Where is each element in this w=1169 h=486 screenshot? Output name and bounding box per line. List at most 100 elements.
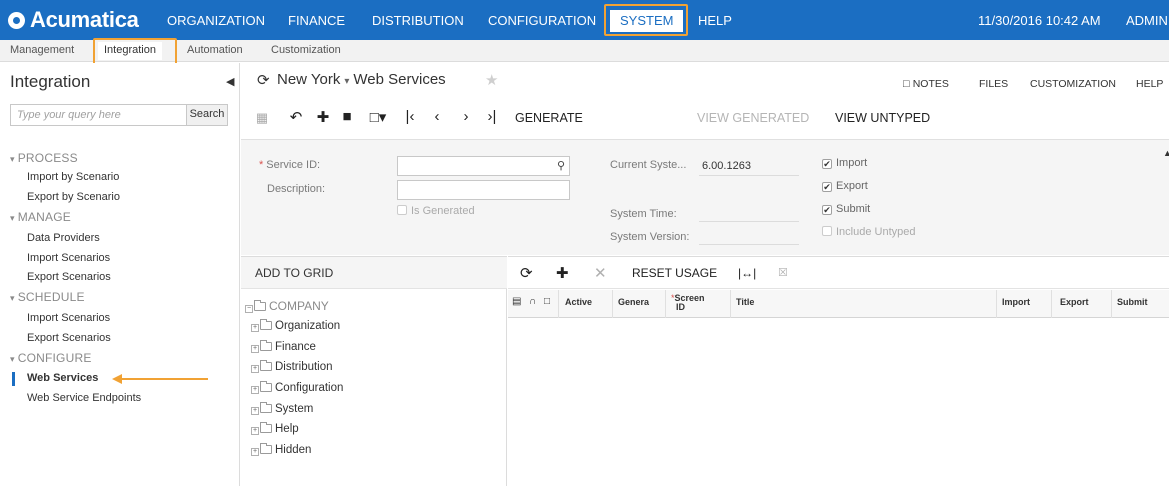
sidebar-item-web-services[interactable]: Web Services	[27, 372, 98, 384]
files-link[interactable]: FILES	[979, 78, 1008, 90]
copy-paste-icon[interactable]: □▾	[365, 108, 391, 126]
delete-row-icon[interactable]: ✕	[594, 264, 607, 282]
first-record-icon[interactable]: |‹	[401, 108, 419, 125]
sidebar-item-export-scenarios[interactable]: Export Scenarios	[27, 271, 111, 283]
search-button[interactable]: Search	[186, 105, 227, 125]
attachment-icon[interactable]: ∩	[529, 297, 536, 307]
column-export[interactable]: Export	[1060, 298, 1089, 307]
collapse-sidebar-icon[interactable]: ◀	[226, 75, 234, 88]
section-process[interactable]: ▾ PROCESS	[10, 151, 78, 165]
selected-indicator	[12, 372, 15, 386]
sidebar-item-schedule-import-scenarios[interactable]: Import Scenarios	[27, 312, 110, 324]
nav-help[interactable]: HELP	[698, 13, 732, 28]
collapse-icon[interactable]: −	[245, 305, 253, 313]
search-icon[interactable]: ⚲	[557, 159, 565, 172]
undo-icon[interactable]: ↶	[287, 108, 305, 126]
is-generated-checkbox[interactable]: Is Generated	[397, 205, 475, 217]
page-title: Web Services	[353, 71, 446, 88]
nav-organization[interactable]: ORGANIZATION	[167, 13, 265, 28]
branch-name[interactable]: New York	[277, 71, 340, 88]
sidebar-item-import-by-scenario[interactable]: Import by Scenario	[27, 171, 119, 183]
column-import[interactable]: Import	[1002, 298, 1030, 307]
chevron-down-icon: ▾	[344, 76, 350, 87]
column-title[interactable]: Title	[736, 298, 754, 307]
search-input[interactable]	[11, 105, 186, 125]
last-record-icon[interactable]: ›|	[483, 108, 501, 125]
section-schedule[interactable]: ▾ SCHEDULE	[10, 290, 85, 304]
subnav-customization[interactable]: Customization	[271, 44, 341, 56]
service-id-field[interactable]: ⚲	[397, 156, 570, 176]
expand-icon[interactable]: +	[251, 427, 259, 435]
add-row-icon[interactable]: ✚	[556, 264, 569, 282]
nav-finance[interactable]: FINANCE	[288, 13, 345, 28]
reset-usage-button[interactable]: RESET USAGE	[632, 266, 717, 280]
nav-distribution[interactable]: DISTRIBUTION	[372, 13, 464, 28]
export-checkbox[interactable]: ✔ Export	[822, 180, 868, 192]
expand-icon[interactable]: +	[251, 365, 259, 373]
tree-node-configuration[interactable]: + Configuration	[251, 381, 343, 394]
help-link[interactable]: HELP	[1136, 78, 1163, 90]
add-to-grid-button[interactable]: ADD TO GRID	[255, 266, 333, 280]
sidebar-item-schedule-export-scenarios[interactable]: Export Scenarios	[27, 332, 111, 344]
tree-node-system[interactable]: + System	[251, 402, 313, 415]
customization-link[interactable]: CUSTOMIZATION	[1030, 78, 1116, 90]
export-excel-icon[interactable]: ☒	[778, 266, 788, 279]
subnav-automation[interactable]: Automation	[187, 44, 243, 56]
tree-root-company[interactable]: − COMPANY	[245, 299, 329, 313]
subnav-management[interactable]: Management	[10, 44, 74, 56]
sidebar-item-web-service-endpoints[interactable]: Web Service Endpoints	[27, 392, 141, 404]
submit-checkbox[interactable]: ✔ Submit	[822, 203, 870, 215]
description-field[interactable]	[397, 180, 570, 200]
section-label: CONFIGURE	[17, 351, 92, 365]
section-manage[interactable]: ▾ MANAGE	[10, 210, 71, 224]
collapse-form-icon[interactable]: ▲	[1163, 148, 1169, 158]
notes-link[interactable]: □ NOTES	[903, 78, 949, 90]
acumatica-logo[interactable]: Acumatica	[8, 6, 139, 34]
refresh-icon[interactable]: ⟳	[257, 71, 270, 89]
tree-node-distribution[interactable]: + Distribution	[251, 360, 333, 373]
section-configure[interactable]: ▾ CONFIGURE	[10, 351, 92, 365]
previous-record-icon[interactable]: ‹	[428, 108, 446, 125]
note-icon[interactable]: □	[544, 297, 550, 307]
tree-node-hidden[interactable]: + Hidden	[251, 443, 311, 456]
fit-columns-icon[interactable]: |↔|	[738, 266, 756, 280]
checkmark-icon: ✔	[822, 182, 832, 192]
row-selector-icon[interactable]: ▤	[512, 297, 521, 307]
sidebar-item-export-by-scenario[interactable]: Export by Scenario	[27, 191, 120, 203]
nav-configuration[interactable]: CONFIGURATION	[488, 13, 596, 28]
view-untyped-button[interactable]: VIEW UNTYPED	[835, 111, 930, 125]
add-icon[interactable]: ✚	[314, 108, 332, 126]
include-untyped-checkbox[interactable]: Include Untyped	[822, 226, 916, 238]
expand-icon[interactable]: +	[251, 386, 259, 394]
column-submit[interactable]: Submit	[1117, 298, 1148, 307]
import-checkbox[interactable]: ✔ Import	[822, 157, 867, 169]
section-label: MANAGE	[17, 210, 71, 224]
expand-icon[interactable]: +	[251, 407, 259, 415]
user-menu[interactable]: ADMIN	[1126, 13, 1168, 28]
generate-button[interactable]: GENERATE	[515, 111, 583, 125]
favorite-star-icon[interactable]: ★	[485, 71, 498, 89]
system-version-label: System Version:	[610, 231, 690, 243]
folder-icon	[260, 319, 272, 330]
section-label: SCHEDULE	[17, 290, 85, 304]
folder-icon	[260, 402, 272, 413]
next-record-icon[interactable]: ›	[457, 108, 475, 125]
expand-icon[interactable]: +	[251, 345, 259, 353]
checkmark-icon: ✔	[822, 159, 832, 169]
refresh-icon[interactable]: ⟳	[520, 264, 533, 282]
expand-icon[interactable]: +	[251, 448, 259, 456]
sidebar-item-import-scenarios[interactable]: Import Scenarios	[27, 252, 110, 264]
tree-node-help[interactable]: + Help	[251, 422, 299, 435]
tree-node-finance[interactable]: + Finance	[251, 340, 316, 353]
column-screen-id[interactable]: *Screen ID	[671, 294, 705, 312]
checkbox-box	[822, 226, 832, 236]
sidebar: Integration ◀ Search ▾PROCESS Import by …	[0, 63, 240, 486]
view-generated-button[interactable]: VIEW GENERATED	[697, 111, 809, 125]
column-active[interactable]: Active	[565, 298, 592, 307]
sidebar-item-data-providers[interactable]: Data Providers	[27, 232, 100, 244]
expand-icon[interactable]: +	[251, 324, 259, 332]
delete-icon[interactable]: ■	[338, 108, 356, 125]
tree-node-organization[interactable]: + Organization	[251, 319, 340, 332]
save-icon[interactable]: ▦	[253, 110, 271, 126]
column-general[interactable]: Genera	[618, 298, 649, 307]
